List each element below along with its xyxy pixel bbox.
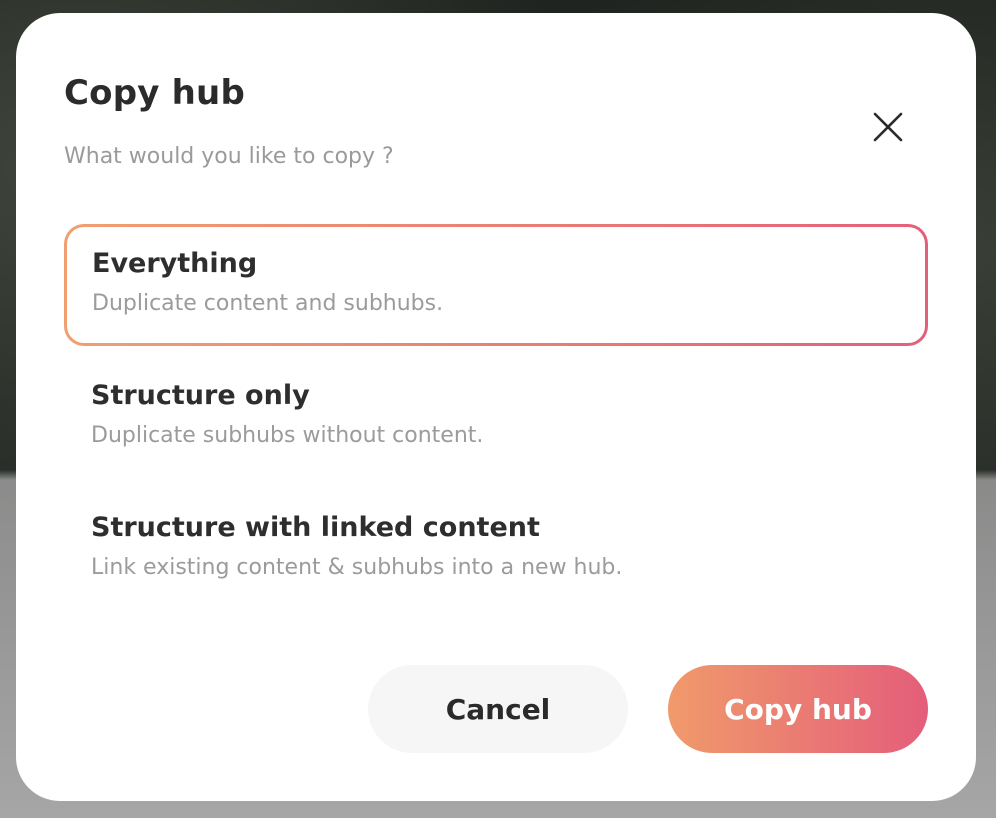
close-button[interactable] <box>860 99 916 155</box>
option-title: Structure only <box>91 380 310 411</box>
option-everything[interactable]: Everything Duplicate content and subhubs… <box>64 224 928 346</box>
cancel-button[interactable]: Cancel <box>368 665 628 753</box>
option-description: Duplicate content and subhubs. <box>92 291 444 316</box>
close-icon <box>873 112 903 142</box>
option-description: Duplicate subhubs without content. <box>91 423 484 448</box>
dialog-title: Copy hub <box>64 73 245 113</box>
option-title: Structure with linked content <box>91 512 540 543</box>
dialog-subtitle: What would you like to copy ? <box>64 144 394 169</box>
option-description: Link existing content & subhubs into a n… <box>91 555 623 580</box>
copy-hub-dialog: Copy hub What would you like to copy ? E… <box>16 13 976 801</box>
option-structure-only[interactable]: Structure only Duplicate subhubs without… <box>64 356 928 478</box>
copy-hub-button[interactable]: Copy hub <box>668 665 928 753</box>
option-structure-with-linked-content[interactable]: Structure with linked content Link exist… <box>64 488 928 610</box>
option-title: Everything <box>92 248 258 279</box>
